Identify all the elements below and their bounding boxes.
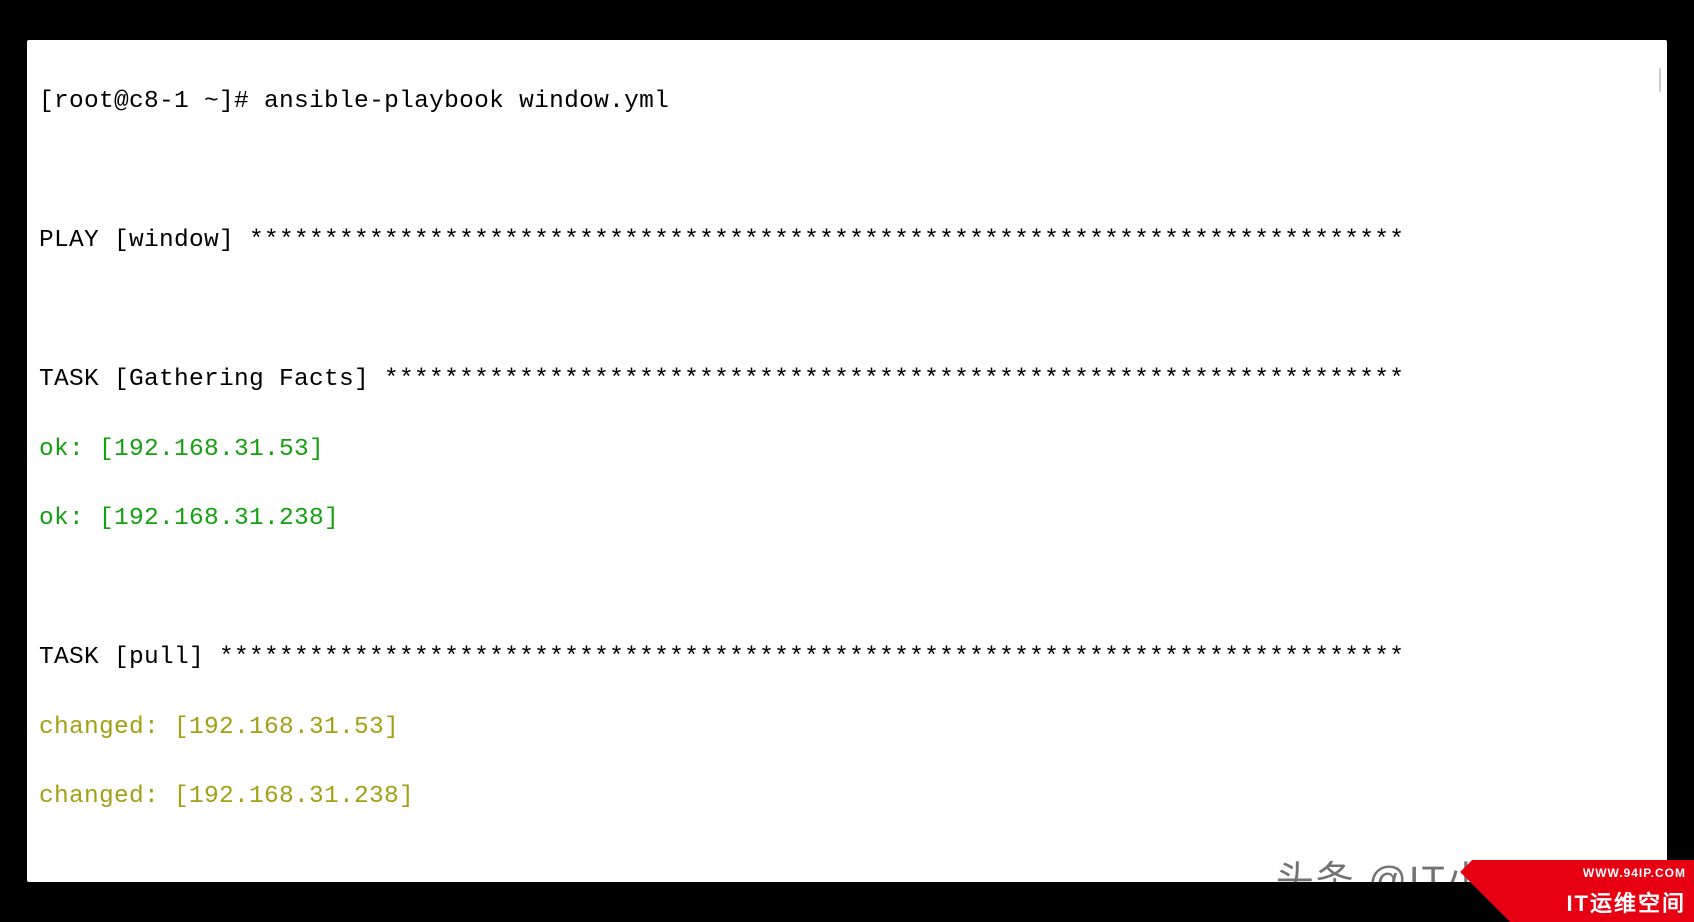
task-gathering-header: TASK [Gathering Facts] *****************…	[39, 363, 1655, 398]
terminal-output: [root@c8-1 ~]# ansible-playbook window.y…	[39, 50, 1655, 882]
banner-url: WWW.94IP.COM	[1583, 866, 1686, 880]
play-header: PLAY [window] **************************…	[39, 224, 1655, 259]
changed-host-2: changed: [192.168.31.238]	[39, 780, 1655, 815]
shell-prompt: [root@c8-1 ~]#	[39, 88, 264, 115]
ok-host-2: ok: [192.168.31.238]	[39, 502, 1655, 537]
scrollbar-indicator[interactable]	[1659, 68, 1661, 92]
terminal-window[interactable]: [root@c8-1 ~]# ansible-playbook window.y…	[27, 40, 1667, 882]
corner-banner: WWW.94IP.COM IT运维空间	[1434, 860, 1694, 922]
command-text: ansible-playbook window.yml	[264, 88, 669, 115]
ok-host-1: ok: [192.168.31.53]	[39, 433, 1655, 468]
changed-host-1: changed: [192.168.31.53]	[39, 711, 1655, 746]
task-pull-header: TASK [pull] ****************************…	[39, 641, 1655, 676]
banner-label: IT运维空间	[1566, 886, 1686, 918]
